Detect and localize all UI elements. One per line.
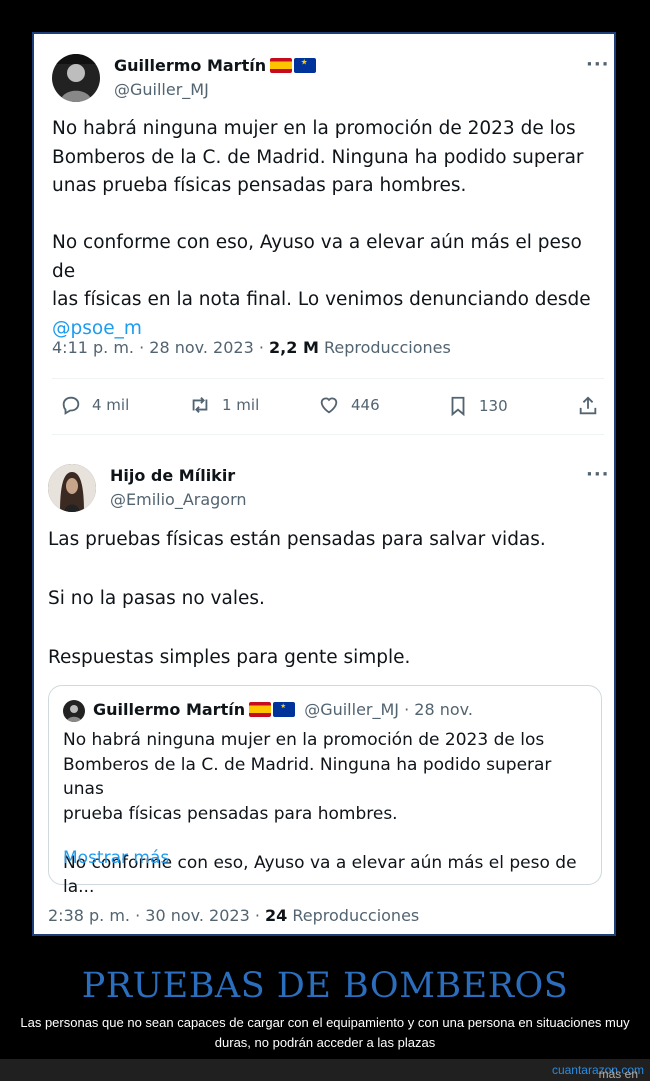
author-name-text: Guillermo Martín — [114, 56, 267, 75]
avatar[interactable] — [48, 464, 96, 512]
eu-flag-icon — [294, 55, 317, 73]
timestamp[interactable]: 4:11 p. m. · 28 nov. 2023 · — [52, 338, 264, 357]
views-count: 2,2 M — [269, 338, 319, 357]
quoted-handle-date: @Guiller_MJ · 28 nov. — [304, 700, 473, 719]
like-count: 446 — [351, 396, 380, 414]
bookmark-button[interactable]: 130 — [447, 394, 508, 418]
more-options-icon[interactable]: ··· — [586, 464, 610, 485]
reply-button[interactable]: 4 mil — [60, 394, 129, 416]
bookmark-icon — [451, 396, 465, 417]
tweet-text-line: Respuestas simples para gente simple. — [48, 647, 411, 668]
spain-flag-icon — [249, 702, 272, 717]
bookmark-count: 130 — [479, 397, 508, 415]
tweet-text-line: Si no la pasas no vales. — [48, 588, 265, 609]
like-button[interactable]: 446 — [317, 394, 380, 416]
avatar — [63, 700, 85, 722]
screenshot-frame: Guillermo Martín @Guiller_MJ ··· No habr… — [32, 32, 616, 936]
author-name[interactable]: Guillermo Martín — [114, 55, 317, 75]
quoted-tweet[interactable]: Guillermo Martín @Guiller_MJ · 28 nov. N… — [48, 685, 602, 897]
eu-flag-icon — [273, 699, 296, 717]
divider — [52, 378, 604, 379]
author-name[interactable]: Hijo de Mílikir — [110, 466, 235, 485]
views-label: Reproducciones — [292, 906, 420, 925]
quoted-author-name: Guillermo Martín — [93, 700, 246, 719]
footer-bar: más en cuantarazon.com — [0, 1059, 650, 1081]
author-handle[interactable]: @Guiller_MJ — [114, 80, 209, 99]
divider — [52, 434, 604, 435]
tweet-meta: 2:38 p. m. · 30 nov. 2023 · 24 Reproducc… — [48, 906, 419, 925]
show-more-link[interactable]: Mostrar más — [63, 848, 169, 868]
footer-text: más en cuantarazon.com — [552, 1063, 644, 1081]
spain-flag-icon — [270, 58, 293, 73]
tweet-text-body: No habrá ninguna mujer en la promoción d… — [52, 118, 591, 310]
retweet-count: 1 mil — [222, 396, 260, 414]
page-title: PRUEBAS DE BOMBEROS — [81, 966, 569, 1006]
quoted-header: Guillermo Martín @Guiller_MJ · 28 nov. — [93, 699, 473, 719]
avatar[interactable] — [52, 54, 100, 102]
footer-prefix: más en — [598, 1067, 638, 1081]
tweet-text-line: Las pruebas físicas están pensadas para … — [48, 529, 546, 550]
views-count: 24 — [265, 906, 288, 925]
reply-count: 4 mil — [92, 396, 130, 414]
retweet-icon — [192, 397, 208, 413]
reply-icon — [62, 396, 80, 415]
timestamp[interactable]: 2:38 p. m. · 30 nov. 2023 · — [48, 906, 260, 925]
heart-icon — [320, 397, 338, 414]
share-icon — [579, 396, 597, 415]
share-button[interactable] — [577, 395, 599, 417]
author-handle[interactable]: @Emilio_Aragorn — [110, 490, 247, 509]
quoted-text: No habrá ninguna mujer en la promoción d… — [63, 730, 577, 897]
retweet-button[interactable]: 1 mil — [188, 394, 259, 416]
caption: Las personas que no sean capaces de carg… — [20, 1015, 630, 1050]
more-options-icon[interactable]: ··· — [586, 54, 610, 75]
mention-link[interactable]: @psoe_m — [52, 318, 142, 339]
tweet-text: No habrá ninguna mujer en la promoción d… — [52, 115, 602, 343]
tweet-meta: 4:11 p. m. · 28 nov. 2023 · 2,2 M Reprod… — [52, 338, 451, 357]
views-label: Reproducciones — [323, 338, 451, 357]
